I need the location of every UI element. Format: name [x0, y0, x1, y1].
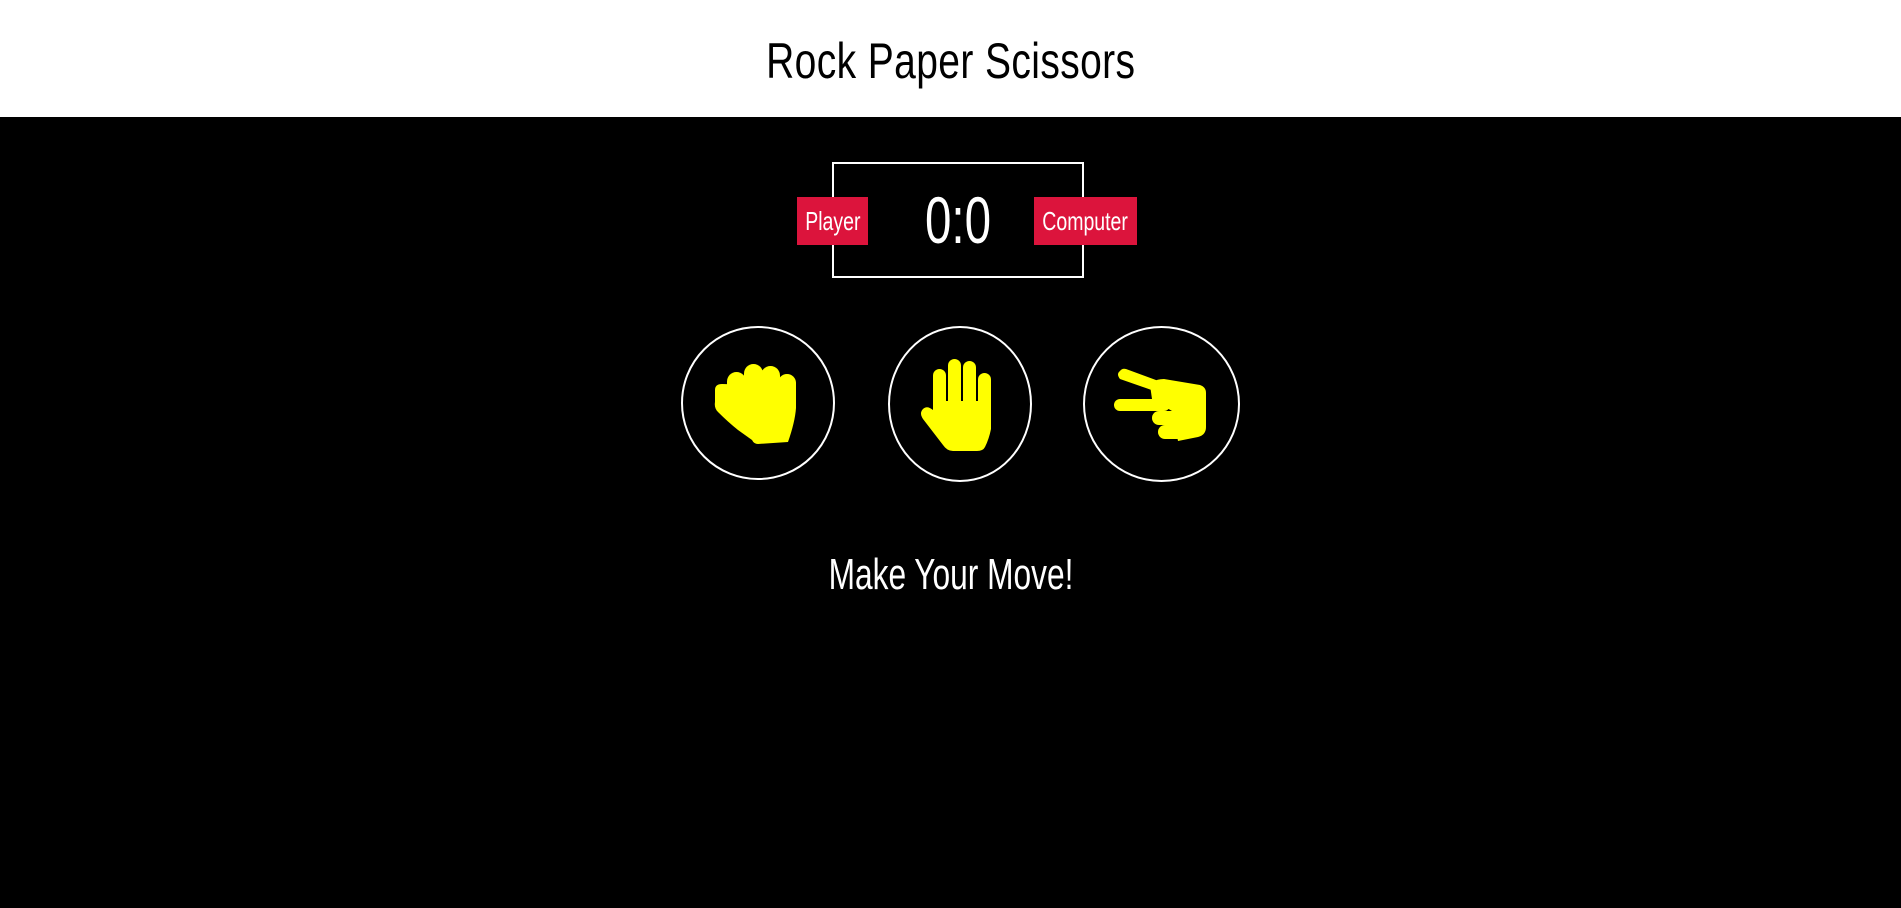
player-badge: Player — [797, 197, 868, 245]
hand-scissors-icon — [1113, 368, 1206, 441]
header: Rock Paper Scissors — [0, 0, 1901, 117]
status-message: Make Your Move! — [0, 550, 1901, 600]
rock-button[interactable] — [681, 326, 835, 480]
hand-rock-icon — [714, 364, 796, 444]
score-display: 0:0 — [924, 183, 992, 257]
player-label: Player — [804, 205, 861, 236]
status-message-text: Make Your Move! — [828, 550, 1073, 599]
hand-paper-icon — [921, 359, 991, 451]
computer-label: Computer — [1042, 205, 1129, 236]
page-title: Rock Paper Scissors — [765, 32, 1136, 89]
scissors-button[interactable] — [1083, 326, 1240, 482]
computer-badge: Computer — [1034, 197, 1137, 245]
game-area: 0:0 Player Computer Make Your Move! — [0, 117, 1901, 908]
paper-button[interactable] — [888, 326, 1032, 482]
